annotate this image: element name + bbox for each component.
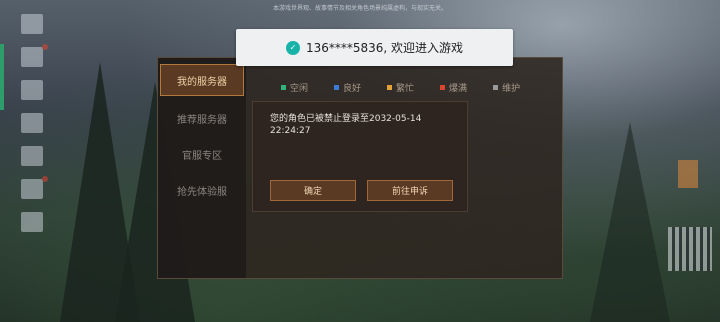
sidebar-item-official[interactable]: 官服专区	[158, 136, 246, 172]
legend-swatch	[493, 85, 499, 90]
welcome-toast: ✓ 136****5836, 欢迎进入游戏	[236, 29, 513, 66]
notification-dot	[42, 44, 48, 50]
side-badge-icon[interactable]	[678, 160, 698, 188]
left-accent-bar	[0, 44, 4, 110]
legend-swatch	[334, 85, 340, 90]
legend-swatch	[281, 85, 286, 90]
legend-full: 爆满	[440, 81, 467, 94]
server-sidebar: 我的服务器 推荐服务器 官服专区 抢先体验服	[158, 58, 246, 278]
confirm-button[interactable]: 确定	[270, 180, 356, 201]
legend-idle: 空闲	[281, 81, 308, 94]
sidebar-item-my-servers[interactable]: 我的服务器	[160, 64, 244, 96]
menu-icon[interactable]	[21, 14, 43, 34]
sidebar-item-label: 推荐服务器	[177, 114, 227, 126]
announcement-icon[interactable]	[21, 113, 43, 133]
qr-code-icon	[668, 227, 712, 271]
user-icon[interactable]	[21, 44, 48, 67]
legend-swatch	[440, 85, 446, 90]
legend-good: 良好	[334, 81, 361, 94]
disclaimer-text: 本游戏世界观、故事情节及相关角色场景纯属虚构，与现实无关。	[272, 5, 447, 12]
legend-swatch	[387, 85, 393, 90]
sidebar-item-label: 我的服务器	[177, 76, 227, 88]
appeal-button[interactable]: 前往申诉	[367, 180, 453, 201]
welcome-text: 136****5836, 欢迎进入游戏	[305, 41, 464, 55]
legend-busy: 繁忙	[387, 81, 414, 94]
notification-dot	[42, 176, 48, 182]
left-icon-column	[18, 14, 48, 245]
tree-right	[590, 122, 670, 322]
status-legend: 空闲 良好 繁忙 爆满 维护	[281, 81, 546, 94]
gift-icon[interactable]	[21, 176, 48, 199]
ban-message: 您的角色已被禁止登录至2032-05-14 22:24:27	[270, 114, 422, 136]
sidebar-item-label: 官服专区	[182, 150, 222, 162]
image-icon[interactable]	[21, 146, 43, 166]
sidebar-item-early-access[interactable]: 抢先体验服	[158, 172, 246, 208]
check-badge-icon: ✓	[285, 40, 300, 55]
legend-maintenance: 维护	[493, 81, 520, 94]
server-list-icon[interactable]	[21, 80, 43, 100]
sidebar-item-recommended[interactable]: 推荐服务器	[158, 100, 246, 136]
sidebar-item-label: 抢先体验服	[177, 186, 227, 198]
ban-notice-dialog: 您的角色已被禁止登录至2032-05-14 22:24:27 确定 前往申诉	[252, 101, 468, 212]
clipboard-icon[interactable]	[21, 212, 43, 232]
